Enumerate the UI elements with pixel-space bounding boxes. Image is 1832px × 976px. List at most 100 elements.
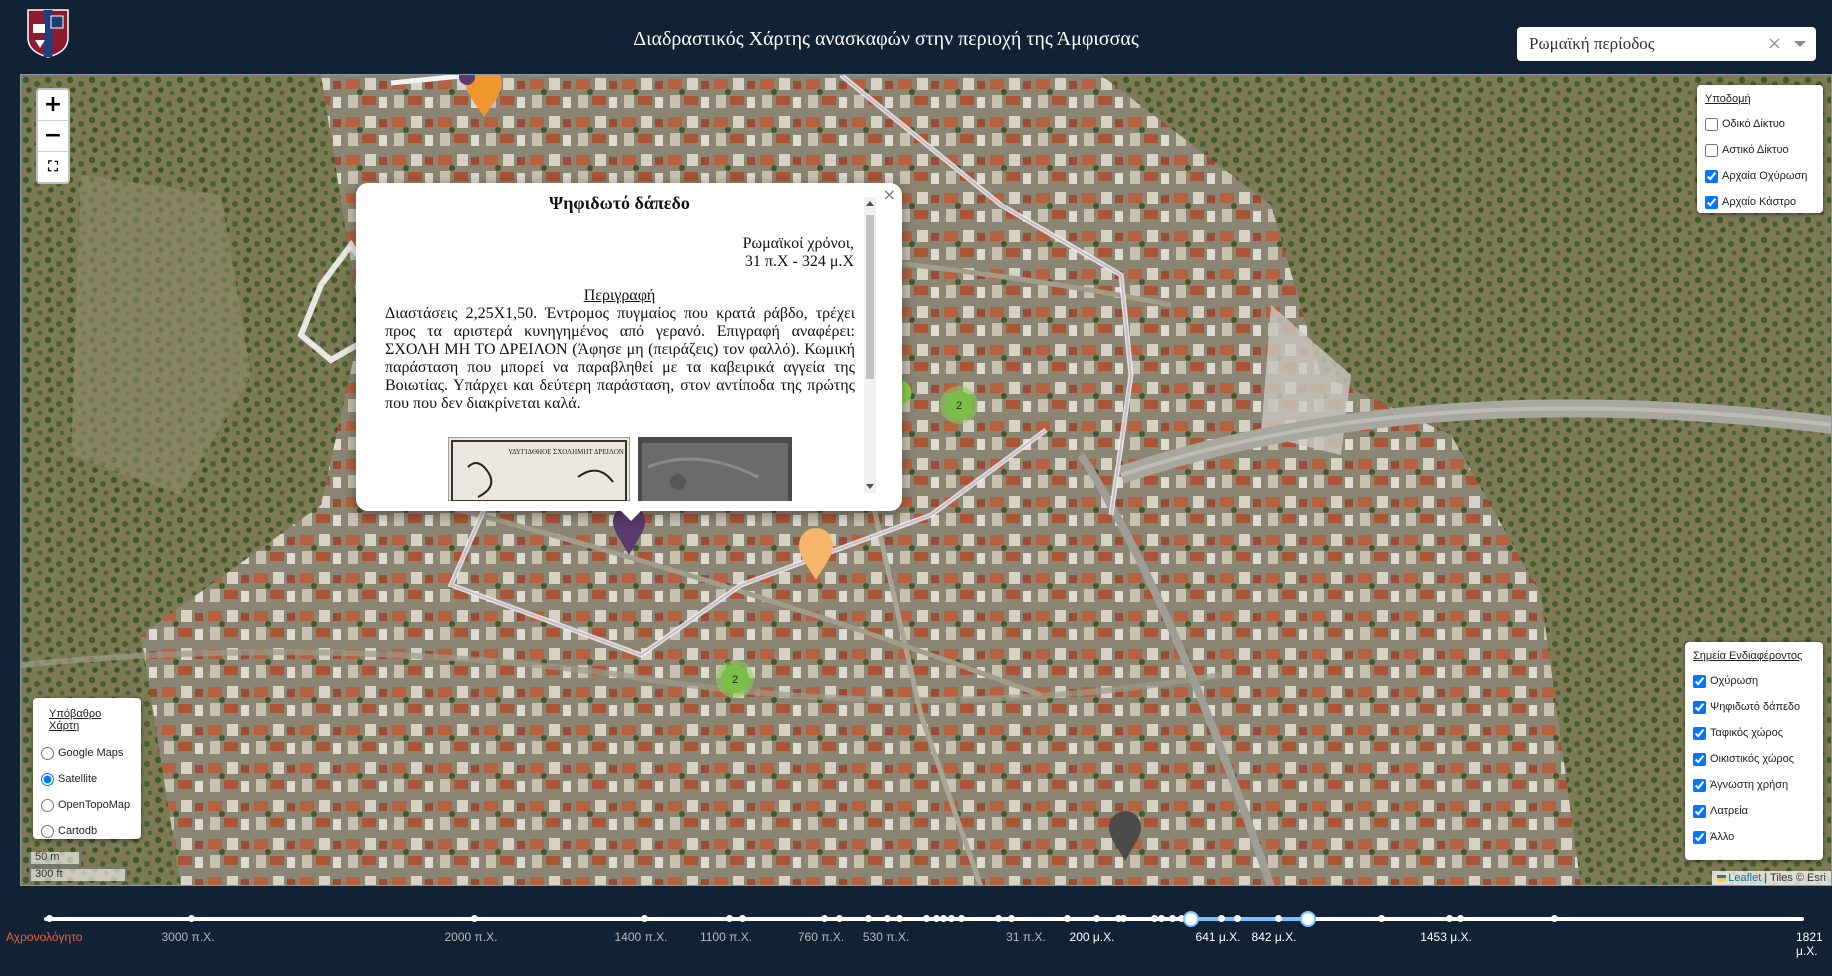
mosaic-photo-image[interactable]: [638, 437, 792, 501]
timeline-tick[interactable]: [923, 915, 930, 922]
basemap-radio[interactable]: [41, 746, 54, 760]
cluster-marker[interactable]: 2: [716, 660, 754, 698]
poi-layer-option[interactable]: Ψηφιδωτό δάπεδο: [1693, 694, 1815, 720]
popup-scrollbar[interactable]: [864, 197, 876, 493]
infrastructure-layer-panel: Υποδομή Οδικό Δίκτυο Αστικό Δίκτυο Αρχαία …: [1697, 85, 1823, 213]
timeline-tick[interactable]: [1234, 915, 1241, 922]
infrastructure-layer-option[interactable]: Αρχαίο Κάστρο: [1705, 189, 1815, 215]
poi-layer-checkbox[interactable]: [1693, 830, 1706, 844]
timeline-start-handle[interactable]: [1183, 911, 1199, 927]
flag-icon: [1717, 875, 1727, 882]
basemap-option[interactable]: Cartodb: [41, 818, 133, 844]
poi-layer-checkbox[interactable]: [1693, 674, 1706, 688]
timeline-tick[interactable]: [471, 915, 478, 922]
clear-icon[interactable]: ×: [1767, 33, 1782, 54]
chevron-down-icon[interactable]: [1794, 41, 1806, 47]
zoom-in-button[interactable]: +: [38, 90, 68, 121]
infrastructure-layer-checkbox[interactable]: [1705, 169, 1718, 183]
poi-layer-option[interactable]: Ταφικός χώρος: [1693, 720, 1815, 746]
infrastructure-layer-checkbox[interactable]: [1705, 195, 1718, 209]
basemap-label: OpenTopoMap: [58, 799, 131, 811]
basemap-label: Google Maps: [58, 747, 124, 759]
timeline-tick[interactable]: [1093, 915, 1100, 922]
infrastructure-layer-option[interactable]: Οδικό Δίκτυο: [1705, 111, 1815, 137]
scroll-thumb[interactable]: [866, 215, 874, 379]
poi-layer-option[interactable]: Λατρεία: [1693, 798, 1815, 824]
timeline-tick[interactable]: [1378, 915, 1385, 922]
poi-layer-option[interactable]: Οχύρωση: [1693, 668, 1815, 694]
scroll-up-icon[interactable]: [866, 201, 874, 206]
timeline-tick[interactable]: [1151, 915, 1158, 922]
timeline-label: 200 μ.Χ.: [1069, 930, 1115, 944]
scroll-down-icon[interactable]: [866, 484, 874, 489]
poi-layer-checkbox[interactable]: [1693, 726, 1706, 740]
timeline-tick[interactable]: [641, 915, 648, 922]
timeline-tick[interactable]: [188, 915, 195, 922]
cluster-count: 2: [956, 400, 962, 412]
leaflet-link[interactable]: Leaflet: [1728, 872, 1761, 884]
timeline-tick[interactable]: [948, 915, 955, 922]
timeline-tick[interactable]: [1064, 915, 1071, 922]
map-area[interactable]: 2 2 + − ⛶ Υποδομή Οδικό Δίκτυο Αστικό Δίκ…: [20, 74, 1832, 886]
basemap-option[interactable]: OpenTopoMap: [41, 792, 133, 818]
timeline-tick[interactable]: [933, 915, 940, 922]
poi-layer-checkbox[interactable]: [1693, 804, 1706, 818]
timeline-end-handle[interactable]: [1300, 911, 1316, 927]
basemap-option[interactable]: Google Maps: [41, 740, 133, 766]
poi-layer-checkbox[interactable]: [1693, 778, 1706, 792]
timeline-tick[interactable]: [1446, 915, 1453, 922]
timeline-label: 31 π.Χ.: [1006, 930, 1046, 944]
infrastructure-layer-option[interactable]: Αστικό Δίκτυο: [1705, 137, 1815, 163]
poi-layer-option[interactable]: Άλλο: [1693, 824, 1815, 850]
poi-layer-label: Άγνωστη χρήση: [1710, 779, 1789, 791]
poi-layer-checkbox[interactable]: [1693, 752, 1706, 766]
timeline-tick[interactable]: [836, 915, 843, 922]
poi-layer-option[interactable]: Οικιστικός χώρος: [1693, 746, 1815, 772]
period-select[interactable]: Ρωμαϊκή περίοδος ×: [1517, 27, 1816, 61]
timeline-label: 760 π.Χ.: [797, 930, 845, 944]
timeline-tick[interactable]: [995, 915, 1002, 922]
period-select-value: Ρωμαϊκή περίοδος: [1529, 34, 1655, 53]
zoom-out-button[interactable]: −: [38, 121, 68, 152]
timeline-label: 1453 μ.Χ.: [1420, 930, 1472, 944]
timeline-label: 530 π.Χ.: [862, 930, 910, 944]
timeline-tick[interactable]: [1551, 915, 1558, 922]
poi-layer-checkbox[interactable]: [1693, 700, 1706, 714]
timeline-tick[interactable]: [1120, 915, 1127, 922]
infrastructure-layer-checkbox[interactable]: [1705, 117, 1718, 131]
basemap-radio[interactable]: [41, 798, 54, 812]
timeline-tick[interactable]: [1008, 915, 1015, 922]
mosaic-drawing-image[interactable]: ΥΔΥΓΙΔΘΗΟΕ ΣΧΟΛΗΜΗΤ ΔΡΕΙΛΟΝ: [448, 437, 631, 501]
popup-tip: [621, 511, 641, 521]
timeline-tick[interactable]: [896, 915, 903, 922]
timeline-tick[interactable]: [1158, 915, 1165, 922]
timeline-tick[interactable]: [958, 915, 965, 922]
infrastructure-layer-checkbox[interactable]: [1705, 143, 1718, 157]
timeline-undated-label[interactable]: Αχρονολόγητο: [6, 930, 82, 944]
timeline-tick[interactable]: [739, 915, 746, 922]
timeline-tick[interactable]: [821, 915, 828, 922]
cluster-marker[interactable]: 2: [940, 386, 978, 424]
timeline-tick[interactable]: [1218, 915, 1225, 922]
timeline-label: 3000 π.Χ.: [161, 930, 215, 944]
timeline-label: 842 μ.Χ.: [1251, 930, 1297, 944]
timeline-tick[interactable]: [1275, 915, 1282, 922]
timeline-tick[interactable]: [1457, 915, 1464, 922]
timeline-tick[interactable]: [726, 915, 733, 922]
timeline-tick[interactable]: [46, 915, 53, 922]
infrastructure-layer-option[interactable]: Αρχαία Οχύρωση: [1705, 163, 1815, 189]
satellite-imagery: 2 2: [21, 75, 1831, 885]
basemap-radio[interactable]: [41, 824, 54, 838]
timeline-slider[interactable]: Αχρονολόγητο 3000 π.Χ. 2000 π.Χ. 1400 π.Χ.…: [0, 900, 1832, 976]
fullscreen-button[interactable]: ⛶: [38, 152, 68, 182]
popup-title: Ψηφιδωτό δάπεδο: [549, 193, 690, 213]
poi-layer-option[interactable]: Άγνωστη χρήση: [1693, 772, 1815, 798]
cluster-count: 2: [732, 674, 738, 686]
basemap-radio[interactable]: [41, 772, 54, 786]
popup-close-button[interactable]: ×: [883, 185, 896, 204]
basemap-option[interactable]: Satellite: [41, 766, 133, 792]
timeline-tick[interactable]: [865, 915, 872, 922]
timeline-tick[interactable]: [884, 915, 891, 922]
timeline-tick[interactable]: [940, 915, 947, 922]
timeline-tick[interactable]: [1169, 915, 1176, 922]
